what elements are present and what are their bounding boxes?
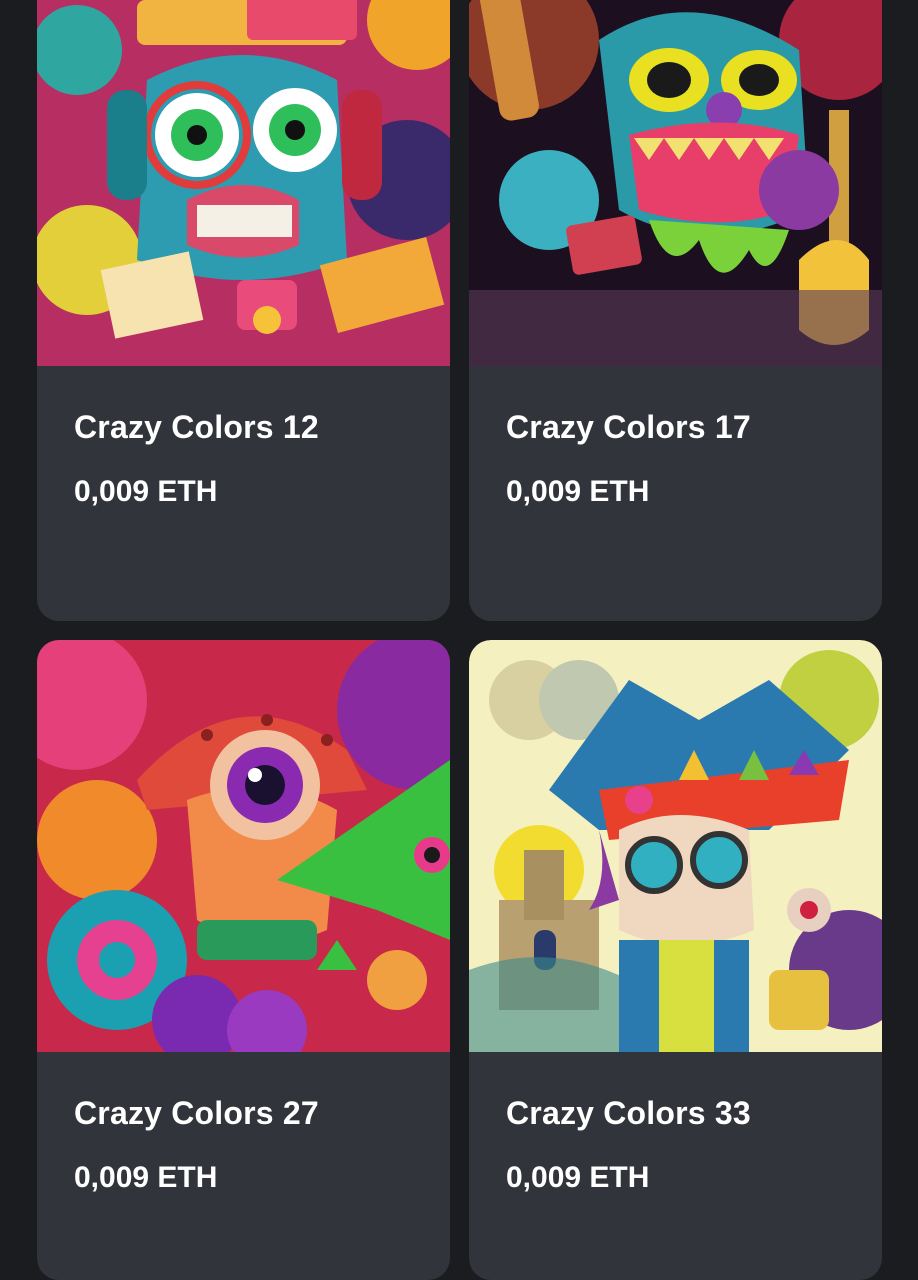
nft-artwork-image[interactable] xyxy=(469,640,882,1052)
nft-name: Crazy Colors 33 xyxy=(506,1095,751,1131)
nft-card-info: Crazy Colors 12 0,009 ETH xyxy=(74,408,430,510)
nft-price: 0,009 ETH xyxy=(506,1161,650,1194)
nft-artwork-image[interactable] xyxy=(37,0,450,366)
nft-artwork-image[interactable] xyxy=(37,640,450,1052)
nft-card[interactable]: Crazy Colors 17 0,009 ETH xyxy=(469,0,882,621)
nft-card-info: Crazy Colors 33 0,009 ETH xyxy=(506,1094,862,1196)
nft-price: 0,009 ETH xyxy=(506,475,650,508)
nft-grid: Crazy Colors 12 0,009 ETH Crazy Colors 1… xyxy=(0,0,918,1280)
nft-name: Crazy Colors 17 xyxy=(506,409,751,445)
nft-price: 0,009 ETH xyxy=(74,475,218,508)
nft-card[interactable]: Crazy Colors 33 0,009 ETH xyxy=(469,640,882,1280)
nft-artwork-image[interactable] xyxy=(469,0,882,366)
nft-card-info: Crazy Colors 17 0,009 ETH xyxy=(506,408,862,510)
nft-card[interactable]: Crazy Colors 12 0,009 ETH xyxy=(37,0,450,621)
nft-card[interactable]: Crazy Colors 27 0,009 ETH xyxy=(37,640,450,1280)
nft-price: 0,009 ETH xyxy=(74,1161,218,1194)
nft-name: Crazy Colors 27 xyxy=(74,1095,319,1131)
nft-name: Crazy Colors 12 xyxy=(74,409,319,445)
nft-card-info: Crazy Colors 27 0,009 ETH xyxy=(74,1094,430,1196)
